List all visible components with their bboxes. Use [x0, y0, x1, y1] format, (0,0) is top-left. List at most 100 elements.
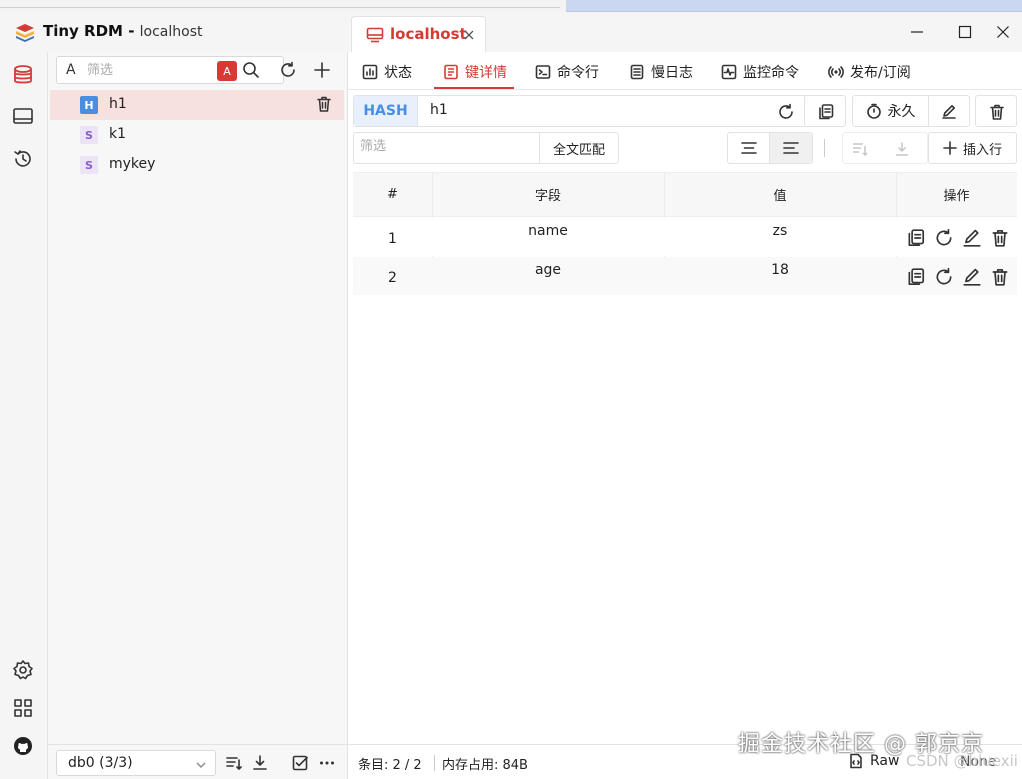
key-list-item[interactable]: Hh1 — [50, 90, 344, 120]
insert-row-button[interactable]: 插入行 — [928, 132, 1017, 164]
reload-row-button[interactable] — [934, 267, 954, 287]
key-name-field[interactable]: h1 — [430, 102, 448, 118]
minimize-button[interactable] — [907, 22, 927, 42]
subtab-monitor[interactable]: 监控命令 — [721, 62, 799, 82]
close-icon[interactable] — [463, 29, 475, 41]
key-name: k1 — [109, 126, 127, 142]
cell-value[interactable]: 18 — [664, 251, 896, 289]
header-field[interactable]: 字段 — [432, 173, 664, 217]
edit-row-button[interactable] — [962, 228, 982, 248]
server-icon — [366, 27, 384, 43]
database-select-value: db0 (3/3) — [68, 755, 133, 771]
header-index: # — [353, 173, 432, 217]
maximize-icon — [958, 25, 972, 39]
app-connection-name: localhost — [139, 24, 203, 40]
key-type-badge: S — [80, 126, 98, 144]
trash-icon — [992, 229, 1008, 247]
minimize-icon — [911, 31, 923, 33]
settings-button[interactable] — [10, 657, 36, 683]
tab-localhost[interactable]: localhost — [351, 16, 486, 52]
regex-toggle-button[interactable]: A — [217, 61, 237, 81]
align-center-icon — [740, 142, 757, 154]
field-filter-input[interactable] — [360, 139, 530, 154]
sort-icon[interactable] — [851, 141, 869, 157]
maximize-button[interactable] — [955, 22, 975, 42]
subtab-slowlog[interactable]: 慢日志 — [629, 62, 693, 82]
align-left-button[interactable] — [770, 133, 812, 163]
subtab-label: 命令行 — [557, 65, 599, 81]
delete-row-button[interactable] — [990, 228, 1010, 248]
align-left-icon — [783, 142, 799, 154]
text-align-group — [727, 132, 813, 164]
nav-database-button[interactable] — [10, 62, 36, 88]
history-icon — [14, 150, 31, 167]
github-icon — [14, 737, 32, 755]
row-actions — [906, 228, 1010, 248]
background-window — [566, 0, 1022, 12]
reload-key-button[interactable] — [772, 98, 800, 126]
key-header: HASH h1 — [353, 95, 845, 127]
database-icon — [14, 65, 32, 84]
subtab-pubsub[interactable]: 发布/订阅 — [828, 62, 911, 82]
github-button[interactable] — [10, 733, 36, 759]
nav-connection-button[interactable] — [10, 104, 36, 130]
key-list-item[interactable]: Smykey — [50, 150, 344, 180]
subtab-label: 监控命令 — [743, 65, 799, 81]
key-list-item[interactable]: Sk1 — [50, 120, 344, 150]
align-center-button[interactable] — [728, 133, 770, 163]
batch-select-button[interactable] — [287, 750, 313, 776]
copy-row-button[interactable] — [906, 228, 926, 248]
cell-field[interactable]: age — [432, 251, 664, 289]
checkbox-icon — [292, 755, 308, 771]
timer-icon — [866, 103, 881, 119]
trash-icon — [317, 96, 331, 112]
delete-key-item-button[interactable] — [315, 95, 333, 113]
edit-row-button[interactable] — [962, 267, 982, 287]
download-icon[interactable] — [893, 141, 911, 157]
rename-key-button[interactable] — [929, 96, 969, 126]
gear-icon — [13, 660, 33, 680]
close-window-button[interactable] — [993, 22, 1013, 42]
copy-row-button[interactable] — [906, 267, 926, 287]
add-key-button[interactable] — [309, 57, 335, 83]
apps-button[interactable] — [10, 695, 36, 721]
ttl-button[interactable]: 永久 — [853, 96, 929, 126]
key-type-tag: HASH — [354, 96, 418, 126]
subtab-label: 状态 — [384, 65, 412, 81]
copy-key-button[interactable] — [804, 95, 846, 127]
content-tabs: 状态 键详情 命令行 慢日志 监控命令 发布/订阅 — [348, 52, 1022, 90]
sort-keys-button[interactable] — [221, 750, 247, 776]
subtab-status[interactable]: 状态 — [362, 62, 412, 82]
subtab-terminal[interactable]: 命令行 — [535, 62, 599, 82]
title-bar: Tiny RDM - localhost — [0, 12, 350, 52]
key-list-panel: A A Hh1Sk1Smykey — [48, 52, 348, 744]
header-value[interactable]: 值 — [664, 173, 896, 217]
subtab-key-detail[interactable]: 键详情 — [443, 62, 507, 82]
subtab-label: 键详情 — [465, 65, 507, 81]
edit-icon — [963, 268, 981, 286]
search-button[interactable] — [238, 57, 264, 83]
download-icon — [253, 755, 267, 770]
more-button[interactable] — [314, 750, 340, 776]
terminal-icon — [535, 65, 551, 79]
delete-row-button[interactable] — [990, 267, 1010, 287]
cell-field[interactable]: name — [432, 212, 664, 250]
database-select[interactable]: db0 (3/3) — [56, 750, 216, 776]
fulltext-match-button[interactable]: 全文匹配 — [539, 132, 619, 164]
refresh-keys-button[interactable] — [275, 57, 301, 83]
app-logo-icon — [14, 22, 36, 44]
case-toggle[interactable]: A — [66, 62, 76, 78]
divider — [0, 7, 560, 8]
cell-value[interactable]: zs — [664, 212, 896, 250]
key-filter-input[interactable] — [87, 60, 237, 80]
nav-history-button[interactable] — [10, 146, 36, 172]
row-actions — [906, 267, 1010, 287]
delete-key-button[interactable] — [975, 95, 1017, 127]
reload-row-button[interactable] — [934, 228, 954, 248]
sort-icon — [226, 757, 242, 770]
import-keys-button[interactable] — [247, 750, 273, 776]
slowlog-icon — [630, 64, 644, 80]
search-icon — [243, 62, 259, 78]
key-name: mykey — [109, 156, 156, 172]
tab-label: localhost — [390, 25, 467, 43]
